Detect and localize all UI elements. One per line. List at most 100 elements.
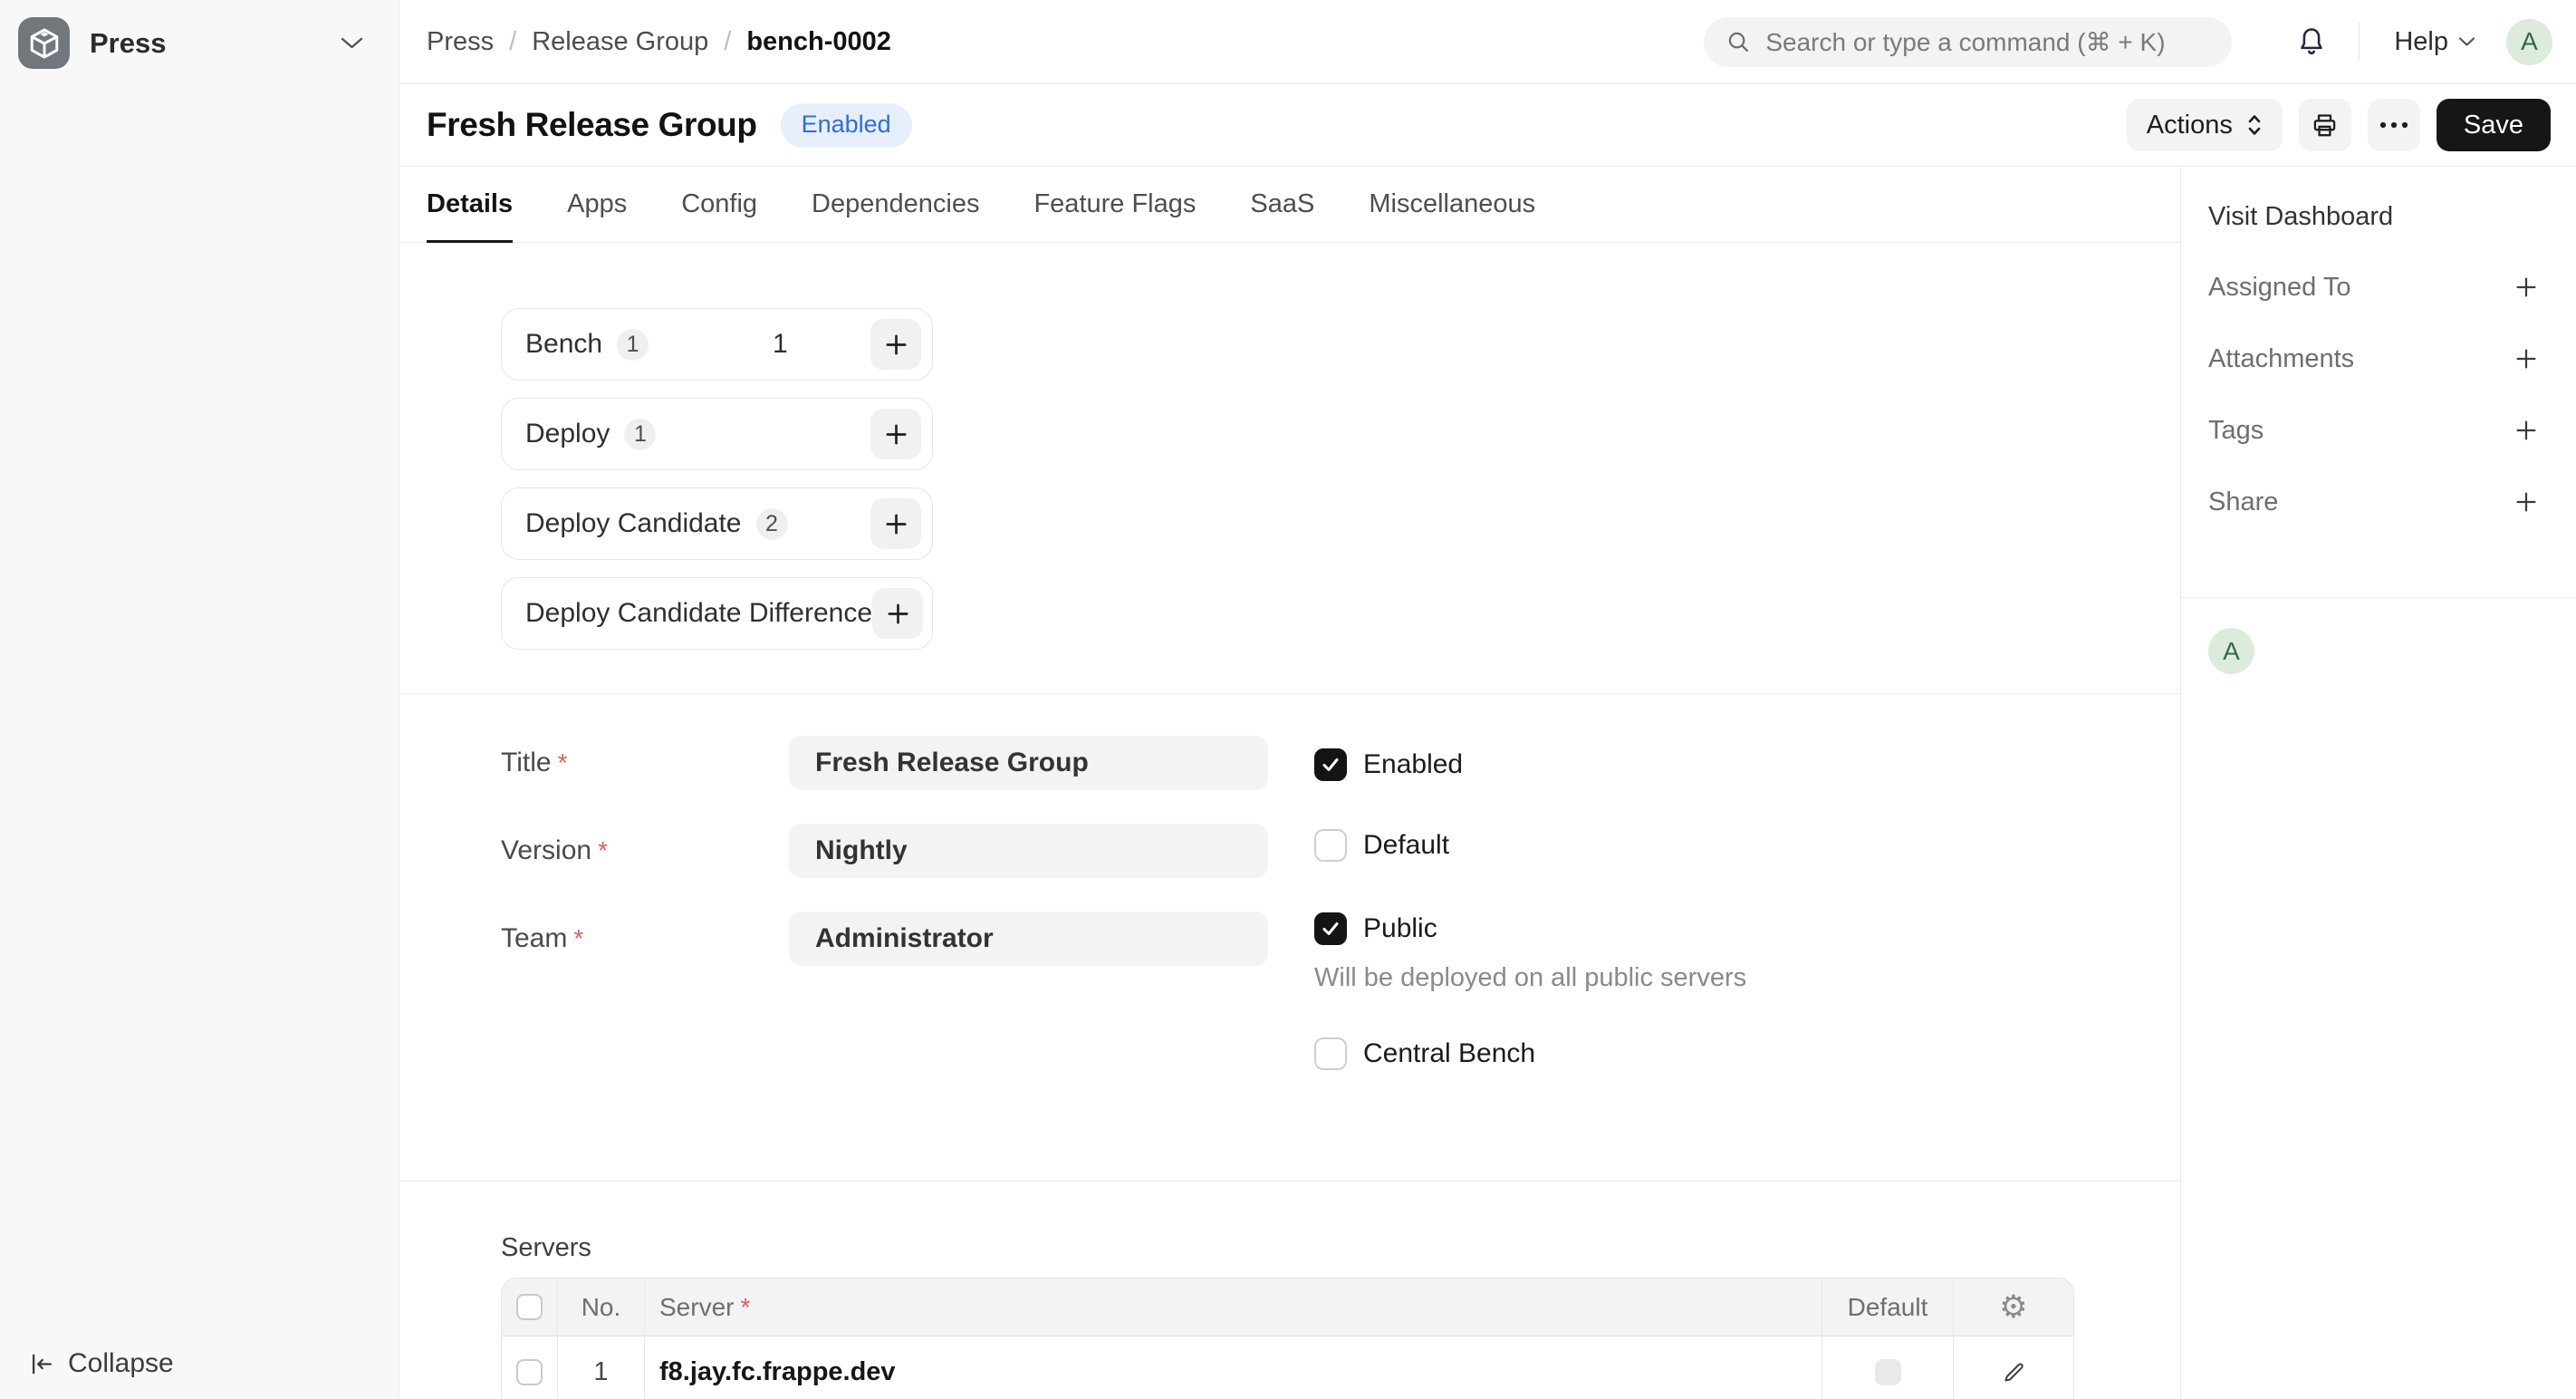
visit-dashboard-link[interactable]: Visit Dashboard: [2208, 202, 2540, 232]
plus-icon: [885, 601, 911, 627]
select-all-checkbox[interactable]: [516, 1294, 543, 1320]
link-card-deploy[interactable]: Deploy 1: [501, 398, 933, 470]
check-icon: [1320, 835, 1341, 856]
servers-section: Servers No. Server Default ⚙ 1 f8.ja: [399, 1182, 2180, 1399]
add-tag-button[interactable]: [2513, 417, 2540, 444]
add-attachment-button[interactable]: [2513, 345, 2540, 372]
plus-icon: [883, 421, 909, 448]
top-navbar: Press / Release Group / bench-0002 Searc…: [399, 0, 2576, 84]
check-icon: [1320, 918, 1341, 940]
tags-row: Tags: [2208, 415, 2540, 446]
document-actions: Actions Save: [2127, 99, 2551, 151]
collapse-label: Collapse: [68, 1348, 174, 1379]
main-area: Press / Release Group / bench-0002 Searc…: [399, 0, 2576, 1399]
form-right-column: Enabled Default Public: [1314, 736, 1746, 1070]
search-placeholder: Search or type a command (⌘ + K): [1765, 27, 2165, 57]
breadcrumb-separator: /: [509, 27, 516, 57]
enabled-checkbox[interactable]: [1314, 748, 1347, 781]
central-bench-checkbox-row[interactable]: Central Bench: [1314, 1037, 1746, 1070]
field-row-title: Title Fresh Release Group: [501, 736, 1268, 790]
panel-divider: [2181, 597, 2576, 598]
help-menu-button[interactable]: Help: [2394, 27, 2475, 57]
bench-open-count: 1: [773, 329, 788, 360]
default-checkbox-row[interactable]: Default: [1314, 829, 1746, 862]
collapse-sidebar-button[interactable]: Collapse: [27, 1348, 174, 1379]
add-bench-button[interactable]: [870, 319, 921, 370]
side-panel: Visit Dashboard Assigned To Attachments …: [2181, 167, 2576, 1399]
link-label: Bench: [525, 329, 602, 360]
checkbox-label: Enabled: [1363, 749, 1463, 780]
required-asterisk: [591, 835, 608, 865]
tab-saas[interactable]: SaaS: [1250, 167, 1314, 242]
table-row: 1 f8.jay.fc.frappe.dev: [502, 1336, 2073, 1399]
grid-settings-gear-icon[interactable]: ⚙: [1999, 1291, 2027, 1323]
version-field[interactable]: Nightly: [789, 824, 1268, 878]
actions-label: Actions: [2147, 111, 2233, 140]
field-label: Team: [501, 923, 789, 954]
link-label: Deploy Candidate Difference: [525, 598, 872, 629]
plus-icon: [2513, 345, 2540, 372]
search-input[interactable]: Search or type a command (⌘ + K): [1704, 17, 2232, 67]
field-label: Version: [501, 835, 789, 866]
link-count-badge: 2: [756, 508, 788, 540]
default-checkbox[interactable]: [1314, 829, 1347, 862]
share-label: Share: [2208, 487, 2278, 517]
tab-dependencies[interactable]: Dependencies: [812, 167, 979, 242]
link-card-bench[interactable]: Bench 1 1: [501, 308, 933, 381]
notifications-button[interactable]: [2295, 24, 2328, 59]
row-select-checkbox[interactable]: [516, 1359, 543, 1385]
status-badge: Enabled: [781, 103, 912, 148]
add-deploy-candidate-button[interactable]: [870, 498, 921, 549]
field-row-version: Version Nightly: [501, 824, 1268, 878]
print-button[interactable]: [2299, 99, 2351, 151]
collapse-icon: [27, 1350, 55, 1378]
breadcrumb-press[interactable]: Press: [427, 27, 494, 57]
press-app-logo-icon: [18, 17, 70, 69]
server-cell[interactable]: f8.jay.fc.frappe.dev: [659, 1357, 896, 1387]
bell-icon: [2295, 24, 2328, 59]
save-button[interactable]: Save: [2437, 99, 2551, 151]
document-body: Details Apps Config Dependencies Feature…: [399, 167, 2576, 1399]
add-deploy-button[interactable]: [870, 409, 921, 459]
enabled-checkbox-row[interactable]: Enabled: [1314, 748, 1746, 781]
servers-table: No. Server Default ⚙ 1 f8.jay.fc.frappe.…: [501, 1278, 2074, 1399]
check-icon: [1320, 1043, 1341, 1065]
default-cell-checkbox[interactable]: [1875, 1359, 1901, 1385]
tab-feature-flags[interactable]: Feature Flags: [1033, 167, 1196, 242]
actions-button[interactable]: Actions: [2127, 99, 2283, 151]
share-row: Share: [2208, 487, 2540, 517]
tab-apps[interactable]: Apps: [567, 167, 627, 242]
topbar-divider: [2359, 23, 2360, 61]
required-asterisk: [567, 923, 583, 953]
public-checkbox-row[interactable]: Public: [1314, 912, 1746, 945]
public-checkbox[interactable]: [1314, 912, 1347, 945]
add-share-button[interactable]: [2513, 488, 2540, 516]
plus-icon: [2513, 417, 2540, 444]
team-field[interactable]: Administrator: [789, 912, 1268, 966]
workspace-switcher[interactable]: Press: [0, 0, 399, 86]
app-window: Press Collapse Press / Release Group / b…: [0, 0, 2576, 1399]
assigned-to-label: Assigned To: [2208, 273, 2350, 303]
breadcrumb: Press / Release Group / bench-0002: [427, 27, 891, 57]
tab-details[interactable]: Details: [427, 167, 513, 242]
edit-row-pencil-icon[interactable]: [2001, 1359, 2027, 1385]
tab-miscellaneous[interactable]: Miscellaneous: [1369, 167, 1535, 242]
user-avatar[interactable]: A: [2506, 19, 2552, 65]
tab-config[interactable]: Config: [681, 167, 757, 242]
link-card-deploy-candidate-difference[interactable]: Deploy Candidate Difference: [501, 577, 933, 650]
chevron-down-icon: [340, 35, 364, 51]
breadcrumb-release-group[interactable]: Release Group: [532, 27, 708, 57]
link-count-badge: 1: [624, 419, 656, 450]
title-field[interactable]: Fresh Release Group: [789, 736, 1268, 790]
central-bench-checkbox[interactable]: [1314, 1037, 1347, 1070]
add-deploy-candidate-difference-button[interactable]: [872, 588, 923, 639]
viewer-avatar[interactable]: A: [2208, 628, 2254, 674]
breadcrumb-separator: /: [724, 27, 731, 57]
column-header-server: Server: [645, 1278, 1822, 1336]
form-fields-section: Title Fresh Release Group Version Nightl…: [399, 694, 2180, 1182]
add-assignment-button[interactable]: [2513, 274, 2540, 301]
help-label: Help: [2394, 27, 2448, 57]
link-card-deploy-candidate[interactable]: Deploy Candidate 2: [501, 487, 933, 560]
more-menu-button[interactable]: [2368, 99, 2420, 151]
field-row-team: Team Administrator: [501, 912, 1268, 966]
